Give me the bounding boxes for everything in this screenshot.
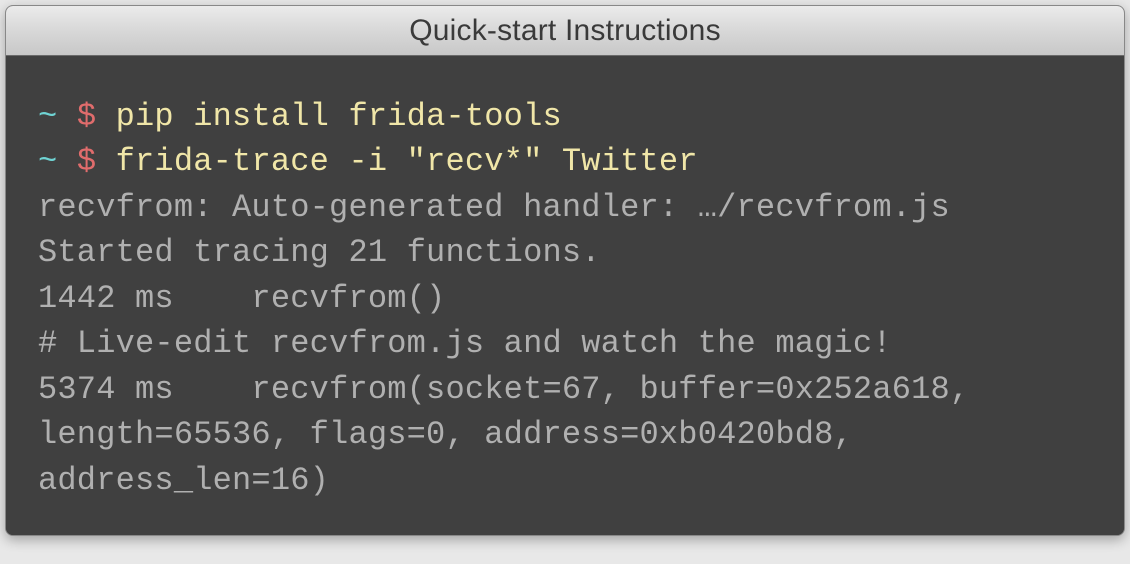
- prompt-tilde: ~: [38, 143, 57, 180]
- output-line-4: # Live-edit recvfrom.js and watch the ma…: [38, 321, 1092, 366]
- output-line-5: 5374 ms recvfrom(socket=67, buffer=0x252…: [38, 367, 1092, 503]
- output-line-3: 1442 ms recvfrom(): [38, 276, 1092, 321]
- prompt-dollar: $: [77, 98, 96, 135]
- command-text-2: frida-trace -i "recv*" Twitter: [116, 143, 698, 180]
- prompt-tilde: ~: [38, 98, 57, 135]
- output-line-1: recvfrom: Auto-generated handler: …/recv…: [38, 185, 1092, 230]
- window-titlebar[interactable]: Quick-start Instructions: [6, 6, 1124, 56]
- prompt-line-2: ~ $ frida-trace -i "recv*" Twitter: [38, 139, 1092, 184]
- window-title: Quick-start Instructions: [409, 14, 721, 48]
- terminal-window: Quick-start Instructions ~ $ pip install…: [5, 5, 1125, 536]
- terminal-body[interactable]: ~ $ pip install frida-tools ~ $ frida-tr…: [6, 56, 1124, 535]
- output-line-2: Started tracing 21 functions.: [38, 230, 1092, 275]
- prompt-dollar: $: [77, 143, 96, 180]
- prompt-line-1: ~ $ pip install frida-tools: [38, 94, 1092, 139]
- command-text-1: pip install frida-tools: [116, 98, 562, 135]
